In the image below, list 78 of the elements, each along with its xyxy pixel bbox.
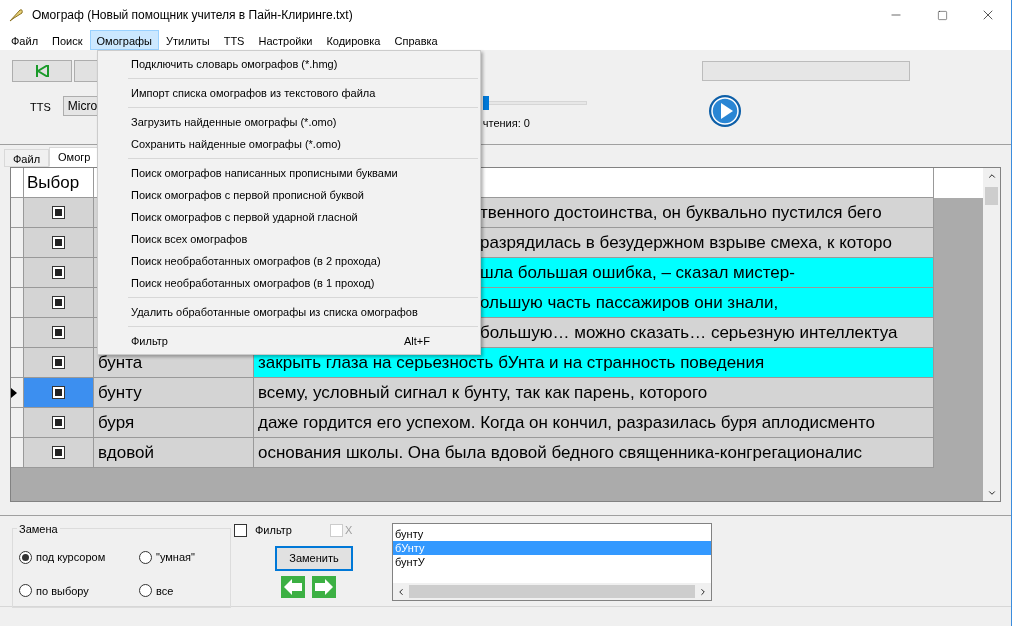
skip-start-icon: [35, 65, 49, 77]
radio-label: "умная": [156, 550, 195, 565]
shortcut-label: Alt+F: [404, 333, 430, 349]
checkbox[interactable]: [52, 206, 65, 219]
table-cell-text: разрядилась в безудержном взрыве смеха, к которо: [480, 231, 892, 254]
radio-button[interactable]: [139, 550, 152, 564]
table-cell-text: даже гордится его успехом. Когда он кончил, разразилась буря аплодисменто: [257, 411, 875, 434]
filter-checkbox[interactable]: [234, 523, 247, 537]
radio-label: под курсором: [36, 550, 106, 565]
checkbox[interactable]: [52, 236, 65, 249]
scroll-up-icon[interactable]: [986, 171, 997, 181]
feather-icon: [8, 7, 24, 23]
table-cell-text: закрыть глаза на серьезность бУнта и на странность поведения: [257, 351, 765, 374]
table-cell-text: основания школы. Она была вдовой бедного священника-конгрегационалис: [257, 441, 863, 464]
left-arrow-icon[interactable]: [281, 575, 305, 598]
menu-item[interactable]: TTS: [216, 30, 252, 50]
menu-item[interactable]: Поиск: [45, 30, 90, 50]
list-item[interactable]: бунту: [393, 527, 711, 541]
table-cell-text: твенного достоинства, он буквально пустился бего: [480, 201, 882, 224]
table-cell-text: вдовой: [97, 441, 154, 464]
menu-entry[interactable]: Подключить словарь омографов (*.hmg): [98, 53, 480, 75]
radio-button[interactable]: [139, 584, 152, 598]
row-header[interactable]: [11, 378, 24, 408]
menu-item[interactable]: Настройки: [251, 30, 320, 50]
menu-item[interactable]: Справка: [387, 30, 445, 50]
radio-button[interactable]: [19, 584, 32, 598]
vertical-scrollbar[interactable]: [983, 168, 1000, 501]
menu-entry[interactable]: Поиск омографов с первой прописной буквой: [98, 184, 480, 206]
slider-thumb[interactable]: [482, 96, 489, 110]
tab[interactable]: Файл: [4, 149, 50, 167]
menu-item[interactable]: Омографы: [89, 30, 159, 50]
menu-item[interactable]: Файл: [4, 30, 46, 50]
tab[interactable]: Омогр: [49, 147, 100, 167]
right-arrow-icon[interactable]: [312, 575, 336, 598]
checkbox[interactable]: [52, 326, 65, 339]
checkbox[interactable]: [52, 266, 65, 279]
speed-slider[interactable]: [482, 96, 587, 110]
menu-item[interactable]: Утилиты: [159, 30, 217, 50]
tts-label: TTS: [30, 100, 51, 115]
radio-button[interactable]: [19, 550, 32, 564]
menu-entry[interactable]: Фильтр Alt+F: [98, 330, 480, 352]
checkbox[interactable]: [52, 416, 65, 429]
scroll-right-icon[interactable]: [698, 586, 708, 597]
menu-entry[interactable]: Поиск омографов с первой ударной гласной: [98, 206, 480, 228]
maximize-icon: [936, 9, 948, 21]
menu-entry[interactable]: Поиск необработанных омографов (в 1 проход): [98, 272, 480, 294]
row-pointer-icon: [11, 387, 17, 398]
menu-entry[interactable]: Поиск омографов написанных прописными буквами: [98, 162, 480, 184]
table-cell-text: буря: [97, 411, 135, 434]
filter-label: Фильтр: [255, 523, 292, 538]
reading-label: чтения: 0: [482, 116, 531, 131]
table-cell-text: большую… можно сказать… серьезную интеллектуа: [480, 321, 898, 344]
checkbox[interactable]: [52, 296, 65, 309]
play-icon[interactable]: [707, 94, 742, 128]
scroll-thumb[interactable]: [985, 187, 998, 205]
menu-item[interactable]: Кодировка: [319, 30, 388, 50]
horizontal-scrollbar[interactable]: [393, 583, 711, 600]
menu-entry[interactable]: Сохранить найденные омографы (*.omo): [98, 133, 480, 155]
replace-button[interactable]: Заменить: [275, 545, 353, 571]
table-cell-text: всему, условный сигнал к бунту, так как парень, которого: [257, 381, 708, 404]
scroll-down-icon[interactable]: [986, 488, 997, 498]
checkbox[interactable]: [52, 386, 65, 399]
table-cell-text: бунту: [97, 381, 142, 404]
scroll-left-icon[interactable]: [396, 586, 406, 597]
x-label: X: [344, 523, 353, 538]
menu-entry[interactable]: Удалить обработанные омографы из списка омографов: [98, 301, 480, 323]
checkbox[interactable]: [52, 356, 65, 369]
radio-label: все: [156, 583, 174, 599]
table-cell-text: ольшую часть пассажиров они знали,: [480, 291, 779, 314]
checkbox[interactable]: [52, 446, 65, 459]
table-cell-text: шла большая ошибка, – сказал мистер-: [480, 261, 795, 284]
list-item[interactable]: бунтУ: [393, 555, 711, 569]
menu-entry[interactable]: Поиск всех омографов: [98, 228, 480, 250]
menu-entry[interactable]: Поиск необработанных омографов (в 2 прохода): [98, 250, 480, 272]
window-title: Омограф (Новый помощник учителя в Пайн-Клиринге.txt): [32, 7, 353, 24]
go-start-button[interactable]: [12, 60, 72, 82]
radio-label: по выбору: [36, 583, 89, 599]
table-cell-text: бунта: [97, 351, 143, 374]
